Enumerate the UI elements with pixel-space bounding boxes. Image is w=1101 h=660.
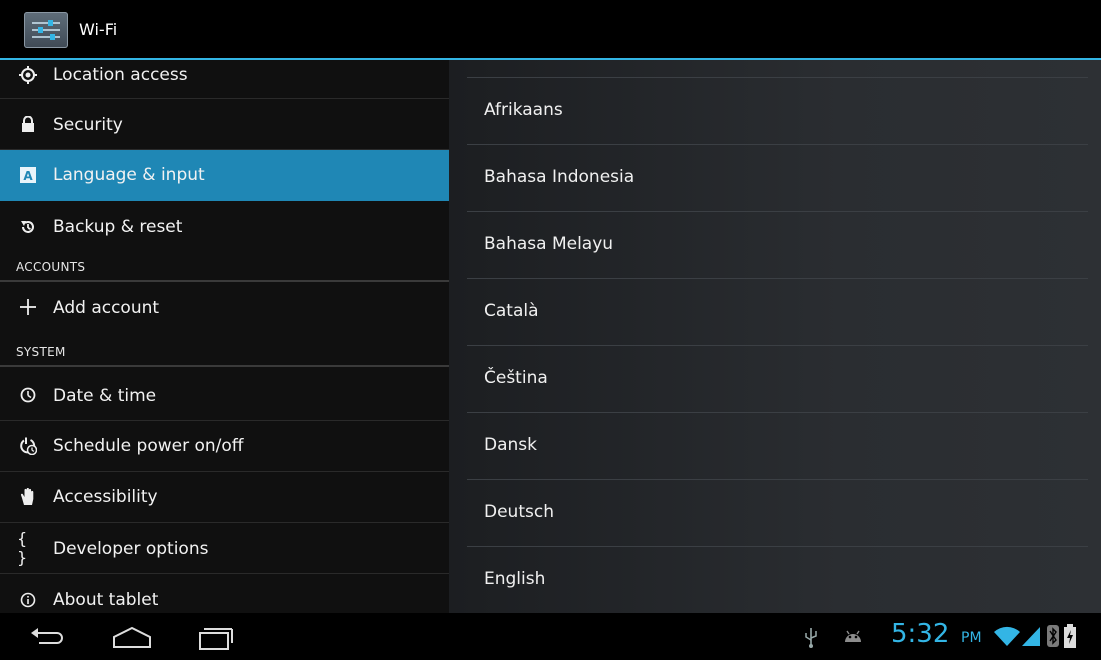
home-icon[interactable]: [110, 623, 154, 651]
back-icon[interactable]: [27, 623, 71, 651]
settings-list: Location access Security A Language & in…: [0, 60, 449, 613]
language-item-bahasa-melayu[interactable]: Bahasa Melayu: [467, 212, 1088, 279]
language-item-catala[interactable]: Català: [467, 279, 1088, 346]
language-label: Dansk: [484, 435, 537, 455]
language-label: Deutsch: [484, 502, 554, 522]
settings-item-about-tablet[interactable]: About tablet: [0, 574, 449, 613]
settings-item-label: Location access: [53, 65, 188, 85]
android-settings-screen: Wi-Fi Location access Security A Languag…: [0, 0, 1101, 660]
settings-item-schedule-power[interactable]: Schedule power on/off: [0, 421, 449, 472]
section-header-label: ACCOUNTS: [16, 260, 86, 274]
settings-item-label: Developer options: [53, 539, 209, 559]
svg-text:A: A: [23, 169, 33, 183]
language-item-afrikaans[interactable]: Afrikaans: [467, 78, 1088, 145]
settings-item-location-access[interactable]: Location access: [0, 60, 449, 99]
signal-icon: [1022, 625, 1042, 651]
settings-item-accessibility[interactable]: Accessibility: [0, 472, 449, 523]
battery-icon: [1064, 624, 1076, 652]
settings-item-backup-reset[interactable]: Backup & reset: [0, 201, 449, 252]
status-clock: 5:32: [891, 619, 950, 649]
section-header-accounts: ACCOUNTS: [0, 252, 449, 282]
android-debug-icon: [843, 628, 863, 648]
language-label: Čeština: [484, 368, 548, 388]
language-item-bahasa-indonesia[interactable]: Bahasa Indonesia: [467, 145, 1088, 212]
plus-icon: [17, 296, 39, 318]
language-item-english[interactable]: English: [467, 547, 1088, 614]
language-list: Afrikaans Bahasa Indonesia Bahasa Melayu…: [449, 60, 1101, 613]
settings-item-label: Security: [53, 115, 123, 135]
settings-item-language-input[interactable]: A Language & input: [0, 150, 449, 201]
status-ampm: PM: [961, 630, 982, 646]
settings-item-developer-options[interactable]: { } Developer options: [0, 523, 449, 574]
language-label: Bahasa Melayu: [484, 234, 614, 254]
clock-icon: [17, 384, 39, 406]
action-bar-title: Wi-Fi: [79, 20, 118, 39]
language-label: Afrikaans: [484, 100, 563, 120]
power-clock-icon: [17, 435, 39, 457]
recent-apps-icon[interactable]: [192, 623, 236, 651]
language-label: Català: [484, 301, 539, 321]
language-item-cestina[interactable]: Čeština: [467, 346, 1088, 413]
info-icon: [17, 589, 39, 611]
language-label: Bahasa Indonesia: [484, 167, 635, 187]
bluetooth-icon: [1047, 625, 1059, 651]
section-header-label: SYSTEM: [16, 345, 66, 359]
section-header-system: SYSTEM: [0, 337, 449, 367]
settings-item-add-account[interactable]: Add account: [0, 282, 449, 332]
keyboard-a-icon: A: [17, 164, 39, 186]
backup-icon: [17, 216, 39, 238]
language-item-deutsch[interactable]: Deutsch: [467, 480, 1088, 547]
settings-item-date-time[interactable]: Date & time: [0, 367, 449, 421]
settings-item-label: Add account: [53, 298, 160, 318]
settings-item-security[interactable]: Security: [0, 99, 449, 150]
settings-sliders-icon[interactable]: [24, 12, 68, 48]
settings-item-label: Date & time: [53, 386, 157, 406]
wifi-icon: [993, 625, 1021, 651]
lock-icon: [17, 113, 39, 135]
usb-icon: [803, 626, 819, 652]
hand-icon: [17, 486, 39, 508]
action-bar: Wi-Fi: [0, 0, 1101, 60]
settings-item-label: Backup & reset: [53, 217, 183, 237]
location-icon: [17, 64, 39, 86]
system-bar: 5:32 PM: [0, 613, 1101, 660]
language-item-dansk[interactable]: Dansk: [467, 413, 1088, 480]
settings-item-label: About tablet: [53, 590, 159, 610]
language-label: English: [484, 569, 546, 589]
settings-item-label: Language & input: [53, 165, 205, 185]
braces-icon: { }: [17, 529, 28, 567]
settings-item-label: Schedule power on/off: [53, 436, 244, 456]
settings-item-label: Accessibility: [53, 487, 158, 507]
